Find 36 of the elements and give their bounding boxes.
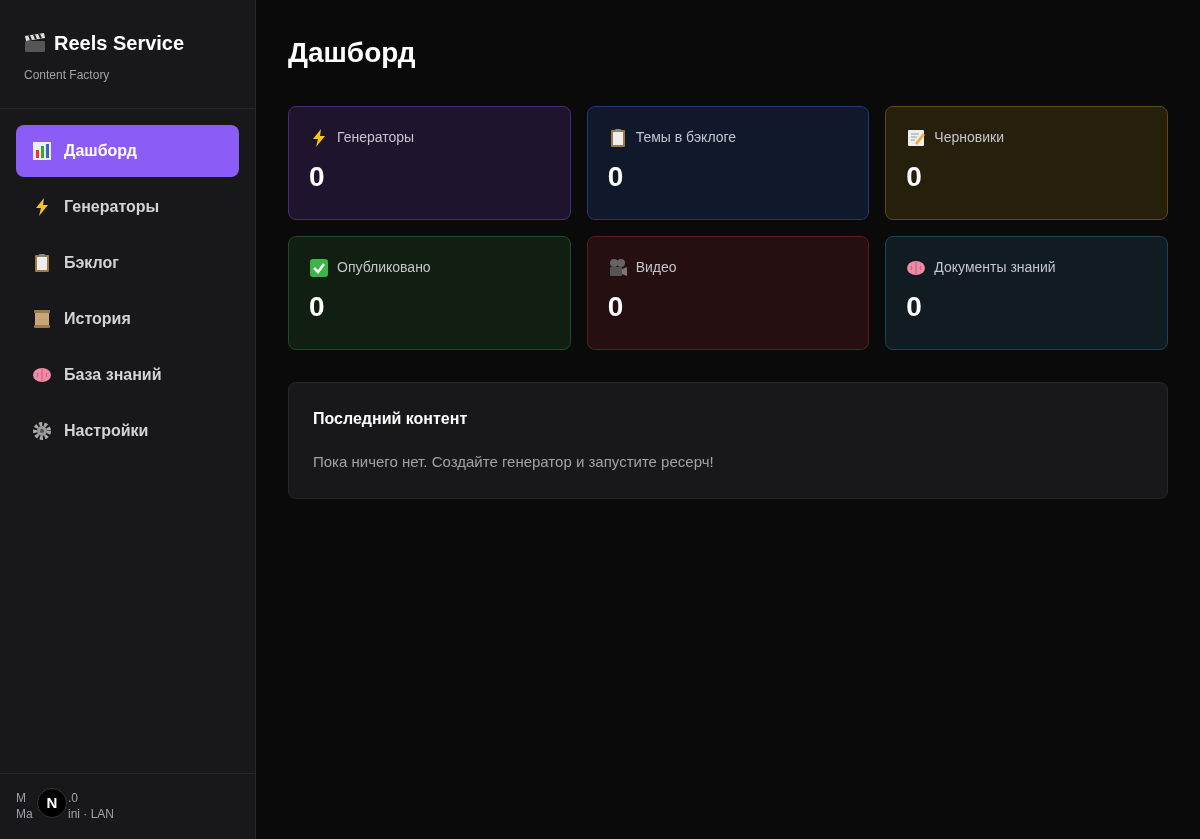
stat-value: 0 [906,290,923,324]
stat-value: 0 [607,160,625,194]
movie-camera-icon [607,257,628,278]
stat-label: Генераторы [337,128,415,147]
stat-label: Опубликовано [337,258,431,277]
app-title: Reels Service [54,31,185,56]
chart-icon [32,141,52,161]
stat-label: Темы в бэклоге [635,128,737,147]
clapperboard-icon [24,33,46,53]
dev-badge-button[interactable]: N [37,788,67,818]
stat-label: Видео [635,258,677,277]
stat-value: 0 [906,160,923,194]
checkmark-icon [309,257,329,278]
nav-item[interactable]: База знаний [16,349,239,401]
stat-value: 0 [309,290,326,324]
scroll-icon [32,309,52,329]
nav-item[interactable]: Генераторы [16,181,239,233]
footer-text: ini · LAN [68,806,114,822]
page-title: Дашборд [288,36,417,70]
nav-item[interactable]: Настройки [16,405,239,457]
gear-icon [32,421,52,441]
nav-item[interactable]: Бэклог [16,237,239,289]
nav-item[interactable]: Дашборд [16,125,239,177]
clipboard-icon [32,253,52,273]
memo-icon [906,127,927,148]
nav-item[interactable]: История [16,293,239,345]
stat-value: 0 [309,160,326,194]
app-subtitle: Content Factory [24,67,111,84]
stat-label: Черновики [934,128,1004,147]
panel-title: Последний контент [313,409,469,429]
stat-value: 0 [607,290,625,324]
footer-text: Ma [16,807,33,821]
footer-text: .0 [68,790,78,806]
stat-label: Документы знаний [934,258,1056,277]
footer-text: M [16,791,26,805]
empty-message: Пока ничего нет. Создайте генератор и запустите ресерч! [313,452,715,472]
